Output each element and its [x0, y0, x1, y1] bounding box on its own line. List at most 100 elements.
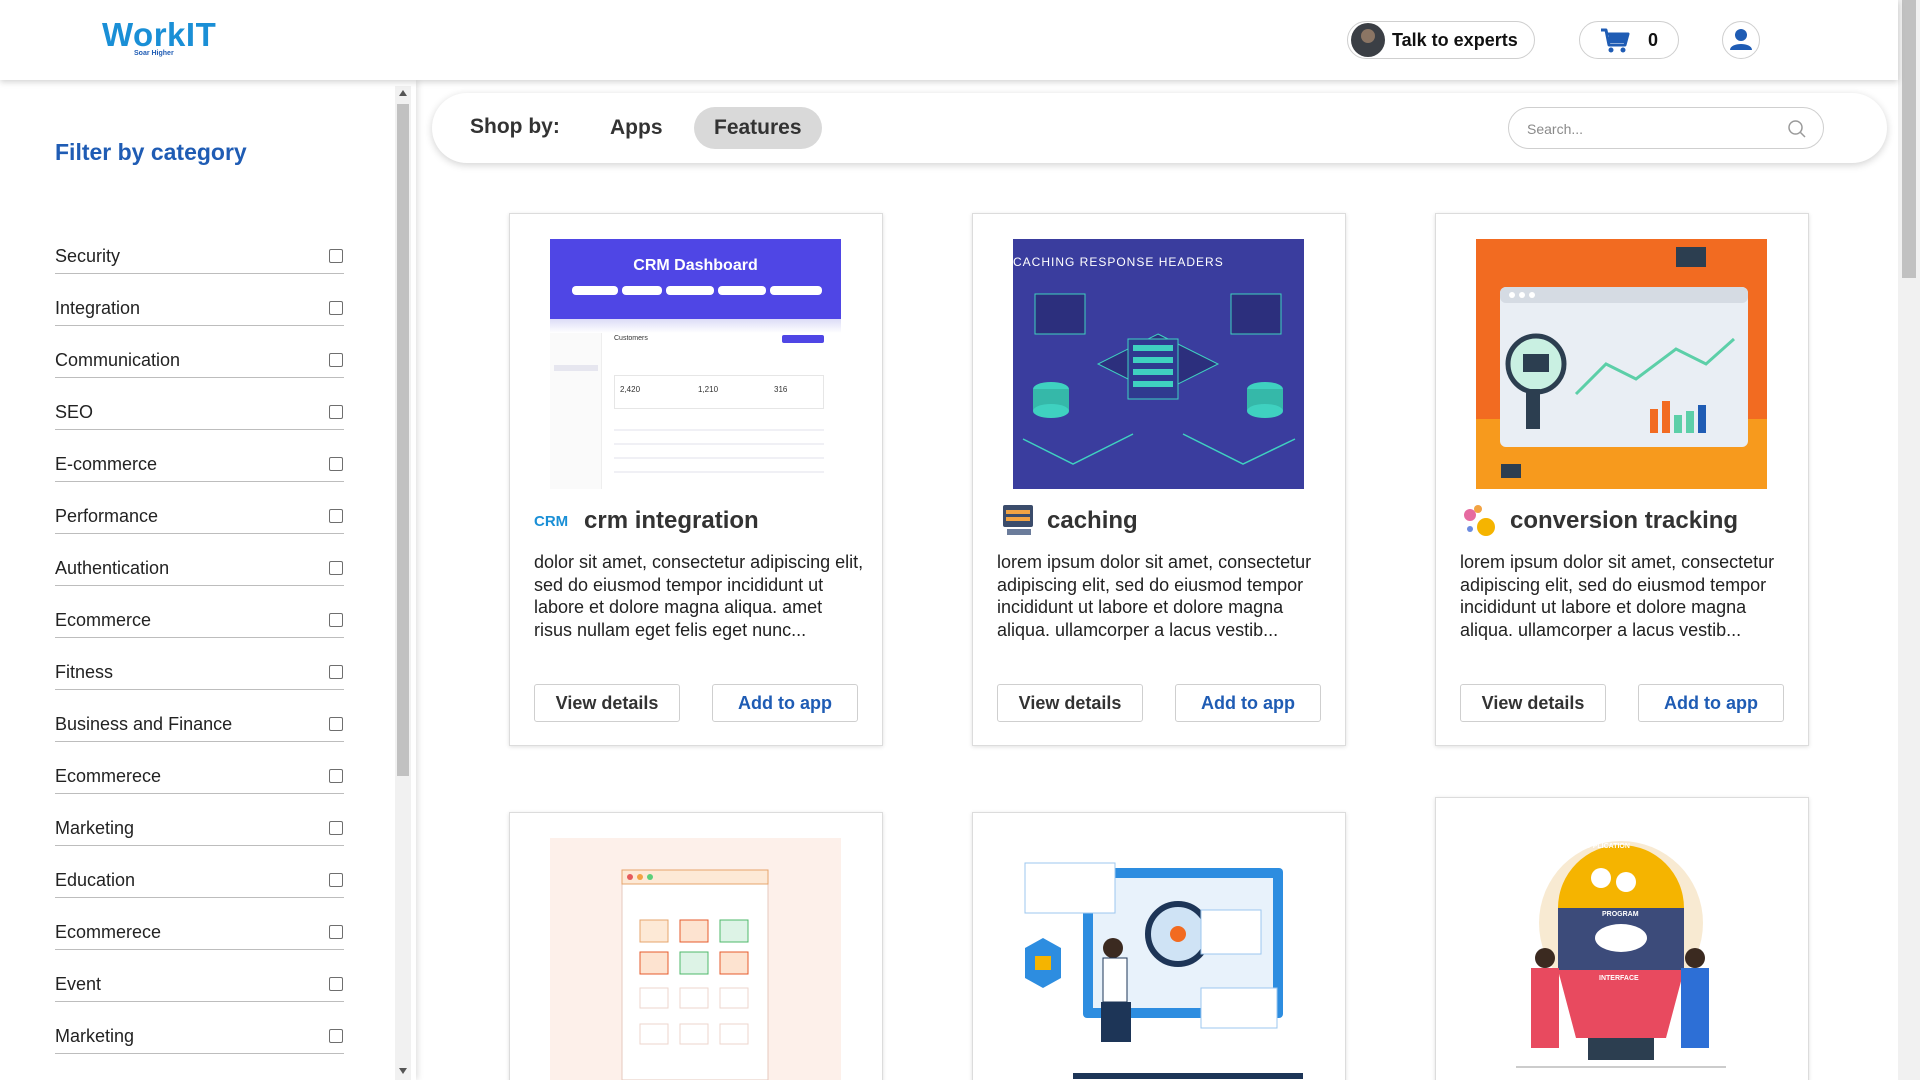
crm-icon-text: CRM [534, 513, 569, 530]
category-divider [55, 689, 344, 690]
category-label: Marketing [55, 818, 135, 838]
api-lightbulb-illustration [1516, 841, 1726, 1068]
user-account-button[interactable] [1722, 21, 1760, 59]
workit-logo[interactable]: WorkIT Soar Higher [102, 16, 222, 58]
analytics-illustration [1476, 247, 1767, 489]
add-to-app-button[interactable]: Add to app [1175, 684, 1321, 722]
search-icon[interactable] [1787, 119, 1807, 139]
category-item[interactable]: Education [55, 858, 344, 910]
sidebar-title: Filter by category [55, 139, 247, 165]
feature-card-caching: CACHING RESPONSE HEADERS caching lorem i… [972, 213, 1346, 746]
category-item[interactable]: SEO [55, 390, 344, 442]
talk-to-experts-button[interactable]: Talk to experts [1347, 21, 1535, 59]
category-item[interactable]: Event [55, 962, 344, 1014]
cart-icon [1601, 28, 1630, 53]
add-to-app-button[interactable]: Add to app [712, 684, 858, 722]
category-item[interactable]: Fitness [55, 650, 344, 702]
category-item[interactable]: Integration [55, 286, 344, 338]
category-item[interactable]: Marketing [55, 1014, 344, 1066]
category-checkbox[interactable] [329, 873, 343, 887]
inspection-illustration [1024, 862, 1303, 1079]
ui-editor-image [550, 838, 841, 1080]
category-item[interactable]: Ecommerece [55, 910, 344, 962]
user-icon [1730, 29, 1752, 50]
search-input[interactable] [1527, 118, 1767, 140]
category-checkbox[interactable] [329, 405, 343, 419]
category-divider [55, 533, 344, 534]
crm-image-title: CRM Dashboard [633, 257, 758, 274]
category-checkbox[interactable] [329, 561, 343, 575]
card-title: crm integration [584, 507, 759, 534]
category-checkbox[interactable] [329, 821, 343, 835]
category-divider [55, 429, 344, 430]
add-to-app-button[interactable]: Add to app [1638, 684, 1784, 722]
view-details-button[interactable]: View details [534, 684, 680, 722]
category-checkbox[interactable] [329, 613, 343, 627]
category-divider [55, 377, 344, 378]
view-details-button[interactable]: View details [1460, 684, 1606, 722]
crm-stat-1: 2,420 [620, 385, 641, 394]
server-illustration [1022, 293, 1296, 465]
category-checkbox[interactable] [329, 665, 343, 679]
tab-apps[interactable]: Apps [590, 107, 683, 149]
category-item[interactable]: Marketing [55, 806, 344, 858]
sidebar-scrollbar[interactable] [395, 86, 411, 1080]
category-item[interactable]: Communication [55, 338, 344, 390]
category-label: Security [55, 246, 121, 266]
category-checkbox[interactable] [329, 925, 343, 939]
category-checkbox[interactable] [329, 249, 343, 263]
card-title-row: caching [997, 501, 1138, 541]
category-divider [55, 637, 344, 638]
cache-icon [1003, 505, 1033, 535]
category-checkbox[interactable] [329, 457, 343, 471]
category-item[interactable]: Performance [55, 494, 344, 546]
category-label: Event [55, 974, 102, 994]
category-item[interactable]: Authentication [55, 546, 344, 598]
scroll-down-arrow-icon[interactable] [399, 1068, 407, 1074]
category-checkbox[interactable] [329, 353, 343, 367]
category-checkbox[interactable] [329, 717, 343, 731]
category-checkbox[interactable] [329, 509, 343, 523]
tab-features[interactable]: Features [694, 107, 822, 149]
card-title-row: CRM crm integration [534, 501, 759, 541]
card-description: dolor sit amet, consectetur adipiscing e… [534, 552, 864, 640]
category-checkbox[interactable] [329, 769, 343, 783]
feature-card-4 [509, 812, 883, 1080]
sidebar-scrollbar-thumb[interactable] [397, 104, 409, 776]
api-lightbulb-image: APPLICATION PROGRAM INTERFACE [1476, 838, 1767, 1080]
talk-to-experts-label: Talk to experts [1392, 29, 1518, 50]
category-divider [55, 741, 344, 742]
category-label: Ecommerce [55, 610, 152, 630]
page-scrollbar-thumb[interactable] [1902, 0, 1916, 278]
category-item[interactable]: Security [55, 234, 344, 286]
category-checkbox[interactable] [329, 301, 343, 315]
category-item[interactable]: Ecommerece [55, 754, 344, 806]
card-description: lorem ipsum dolor sit amet, consectetur … [1460, 552, 1775, 640]
shop-by-bar: Shop by: Apps Features [432, 93, 1887, 163]
cart-button[interactable]: 0 [1579, 21, 1679, 59]
feature-card-6: APPLICATION PROGRAM INTERFACE [1435, 797, 1809, 1080]
crm-icon: CRM [534, 501, 574, 541]
category-item[interactable]: Marketing [55, 1066, 344, 1080]
cart-count: 0 [1648, 30, 1659, 50]
category-divider [55, 793, 344, 794]
category-divider [55, 949, 344, 950]
category-divider [55, 1001, 344, 1002]
category-item[interactable]: Ecommerce [55, 598, 344, 650]
category-item[interactable]: Business and Finance [55, 702, 344, 754]
top-header: WorkIT Soar Higher Talk to experts 0 [0, 0, 1898, 80]
category-label: Integration [55, 298, 141, 318]
category-label: E-commerce [55, 454, 158, 474]
scroll-up-arrow-icon[interactable] [399, 90, 407, 96]
category-divider [55, 273, 344, 274]
view-details-button[interactable]: View details [997, 684, 1143, 722]
page-scrollbar[interactable] [1898, 0, 1920, 1080]
category-checkbox[interactable] [329, 1029, 343, 1043]
category-item[interactable]: E-commerce [55, 442, 344, 494]
category-checkbox[interactable] [329, 977, 343, 991]
category-label: Ecommerece [55, 766, 162, 786]
bulb-label-program: PROGRAM [1602, 911, 1639, 918]
card-description: lorem ipsum dolor sit amet, consectetur … [997, 552, 1312, 640]
logo-text: WorkIT [102, 16, 217, 53]
search-box [1508, 107, 1824, 149]
